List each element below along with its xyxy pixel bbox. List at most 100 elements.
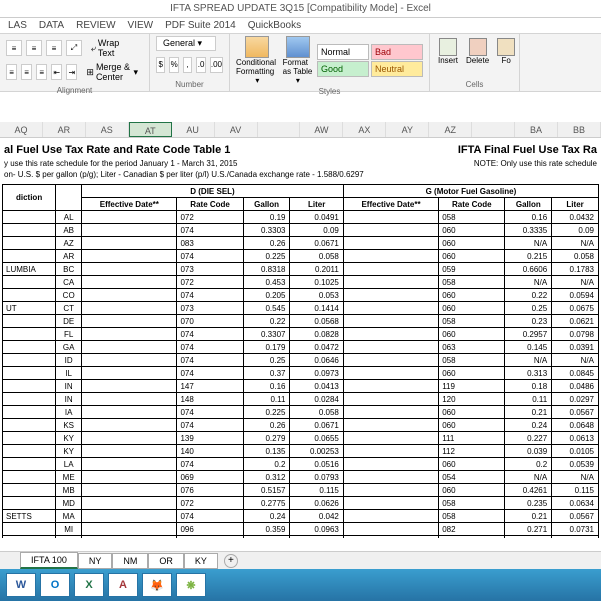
tab-ny[interactable]: NY [78, 553, 113, 569]
col-header-AR[interactable]: AR [43, 122, 86, 137]
format-table-button[interactable]: Format as Table▾ [283, 36, 313, 85]
style-neutral[interactable]: Neutral [371, 61, 423, 77]
col-header-AX[interactable]: AX [343, 122, 386, 137]
app-icon[interactable]: ❋ [176, 573, 206, 597]
cond-format-button[interactable]: Conditional Formatting▾ [236, 36, 279, 85]
col-header-BA[interactable]: BA [515, 122, 558, 137]
outlook-icon[interactable]: O [40, 573, 70, 597]
hdr-lit-g: Liter [552, 198, 599, 211]
tab-or[interactable]: OR [148, 553, 184, 569]
excel-icon[interactable]: X [74, 573, 104, 597]
style-good[interactable]: Good [317, 61, 369, 77]
cond-format-icon [245, 36, 269, 58]
wrap-text-button[interactable]: ⤶Wrap Text [86, 36, 143, 60]
style-bad[interactable]: Bad [371, 44, 423, 60]
align-left-icon[interactable]: ≡ [6, 64, 17, 80]
subtitle-2: on- U.S. $ per gallon (p/g); Liter - Can… [2, 169, 599, 180]
col-header-AY[interactable]: AY [386, 122, 429, 137]
access-icon[interactable]: A [108, 573, 138, 597]
col-header-AZ[interactable]: AZ [429, 122, 472, 137]
align-mid-icon[interactable]: ≡ [26, 40, 42, 56]
table-row[interactable]: MI0960.3590.09630820.2710.0731 [3, 523, 599, 536]
table-row[interactable]: KY1390.2790.06551110.2270.0613 [3, 432, 599, 445]
subtitle-right: NOTE: Only use this rate schedule [474, 159, 597, 168]
table-row[interactable]: MN0740.2850.0731060N/AN/A [3, 536, 599, 539]
tab-ky[interactable]: KY [184, 553, 218, 569]
col-header-blank[interactable] [258, 122, 301, 137]
hdr-eff-d: Effective Date** [82, 198, 177, 211]
tab-nm[interactable]: NM [112, 553, 148, 569]
word-icon[interactable]: W [6, 573, 36, 597]
menu-review[interactable]: REVIEW [76, 20, 115, 31]
hdr-lit-d: Liter [290, 198, 343, 211]
table-row[interactable]: KY1400.1350.002531120.0390.0105 [3, 445, 599, 458]
column-headers: AQARASATAUAV AWAXAYAZ BABB [0, 122, 601, 138]
col-header-AV[interactable]: AV [215, 122, 258, 137]
table-row[interactable]: MD0720.27750.06260580.2350.0634 [3, 497, 599, 510]
align-right-icon[interactable]: ≡ [36, 64, 47, 80]
table-row[interactable]: MB0760.51570.1150600.42610.115 [3, 484, 599, 497]
align-center-icon[interactable]: ≡ [21, 64, 32, 80]
table-row[interactable]: IA0740.2250.0580600.210.0567 [3, 406, 599, 419]
worksheet-area[interactable]: al Fuel Use Tax Rate and Rate Code Table… [0, 138, 601, 538]
col-header-AW[interactable]: AW [300, 122, 343, 137]
col-header-AS[interactable]: AS [86, 122, 129, 137]
rate-table[interactable]: diction D (DIE SEL) G (Motor Fuel Gasoli… [2, 184, 599, 538]
table-row[interactable]: DE0700.220.05680580.230.0621 [3, 315, 599, 328]
table-row[interactable]: IL0740.370.09730600.3130.0845 [3, 367, 599, 380]
table-row[interactable]: ID0740.250.0646058N/AN/A [3, 354, 599, 367]
indent-inc-icon[interactable]: ⇥ [66, 64, 77, 80]
align-top-icon[interactable]: ≡ [6, 40, 22, 56]
number-format-select[interactable]: General ▾ [156, 36, 216, 51]
align-bot-icon[interactable]: ≡ [46, 40, 62, 56]
percent-icon[interactable]: % [169, 57, 178, 73]
table-row[interactable]: LUMBIABC0730.83180.20110590.66060.1783 [3, 263, 599, 276]
table-row[interactable]: AL0720.190.04910580.160.0432 [3, 211, 599, 224]
dec-dec-icon[interactable]: .00 [210, 57, 223, 73]
comma-icon[interactable]: , [183, 57, 192, 73]
table-row[interactable]: AR0740.2250.0580600.2150.058 [3, 250, 599, 263]
menu-quickbooks[interactable]: QuickBooks [248, 20, 301, 31]
table-row[interactable]: FL0740.33070.08280600.29570.0798 [3, 328, 599, 341]
menu-pdfsuite[interactable]: PDF Suite 2014 [165, 20, 236, 31]
col-header-blank[interactable] [472, 122, 515, 137]
ribbon: ≡ ≡ ≡ ⤢ ⤶Wrap Text ≡ ≡ ≡ ⇤ ⇥ ⊞Merge & Ce… [0, 34, 601, 92]
table-row[interactable]: ME0690.3120.0793054N/AN/A [3, 471, 599, 484]
table-row[interactable]: CA0720.4530.1025058N/AN/A [3, 276, 599, 289]
format-button[interactable]: Fo [495, 36, 517, 67]
hdr-gal-d: Gallon [243, 198, 290, 211]
table-row[interactable]: AZ0830.260.0671060N/AN/A [3, 237, 599, 250]
col-header-AQ[interactable]: AQ [0, 122, 43, 137]
merge-center-button[interactable]: ⊞Merge & Center ▾ [81, 60, 143, 84]
table-row[interactable]: CO0740.2050.0530600.220.0594 [3, 289, 599, 302]
delete-button[interactable]: Delete [464, 36, 491, 67]
menu-las[interactable]: LAS [8, 20, 27, 31]
table-row[interactable]: LA0740.20.05160600.20.0539 [3, 458, 599, 471]
currency-icon[interactable]: $ [156, 57, 165, 73]
indent-dec-icon[interactable]: ⇤ [51, 64, 62, 80]
style-normal[interactable]: Normal [317, 44, 369, 60]
table-row[interactable]: UTCT0730.5450.14140600.250.0675 [3, 302, 599, 315]
dec-inc-icon[interactable]: .0 [196, 57, 205, 73]
col-header-AU[interactable]: AU [172, 122, 215, 137]
table-row[interactable]: GA0740.1790.04720630.1450.0391 [3, 341, 599, 354]
insert-button[interactable]: Insert [436, 36, 460, 67]
table-title-left: al Fuel Use Tax Rate and Rate Code Table… [4, 144, 230, 156]
table-row[interactable]: IN1480.110.02841200.110.0297 [3, 393, 599, 406]
tab-ifta100[interactable]: IFTA 100 [20, 552, 78, 569]
table-row[interactable]: AB0740.33030.090600.33350.09 [3, 224, 599, 237]
menu-view[interactable]: VIEW [128, 20, 154, 31]
section-diesel: D (DIE SEL) [82, 185, 344, 198]
number-label: Number [156, 80, 223, 89]
cells-group: Insert Delete Fo Cells [430, 34, 520, 91]
table-row[interactable]: IN1470.160.04131190.180.0486 [3, 380, 599, 393]
firefox-icon[interactable]: 🦊 [142, 573, 172, 597]
table-row[interactable]: KS0740.260.06710600.240.0648 [3, 419, 599, 432]
orientation-icon[interactable]: ⤢ [66, 40, 82, 56]
add-sheet-button[interactable]: + [224, 554, 238, 568]
section-gasoline: G (Motor Fuel Gasoline) [343, 185, 598, 198]
col-header-BB[interactable]: BB [558, 122, 601, 137]
col-header-AT[interactable]: AT [129, 122, 172, 137]
table-row[interactable]: SETTSMA0740.240.0420580.210.0567 [3, 510, 599, 523]
menu-data[interactable]: DATA [39, 20, 64, 31]
